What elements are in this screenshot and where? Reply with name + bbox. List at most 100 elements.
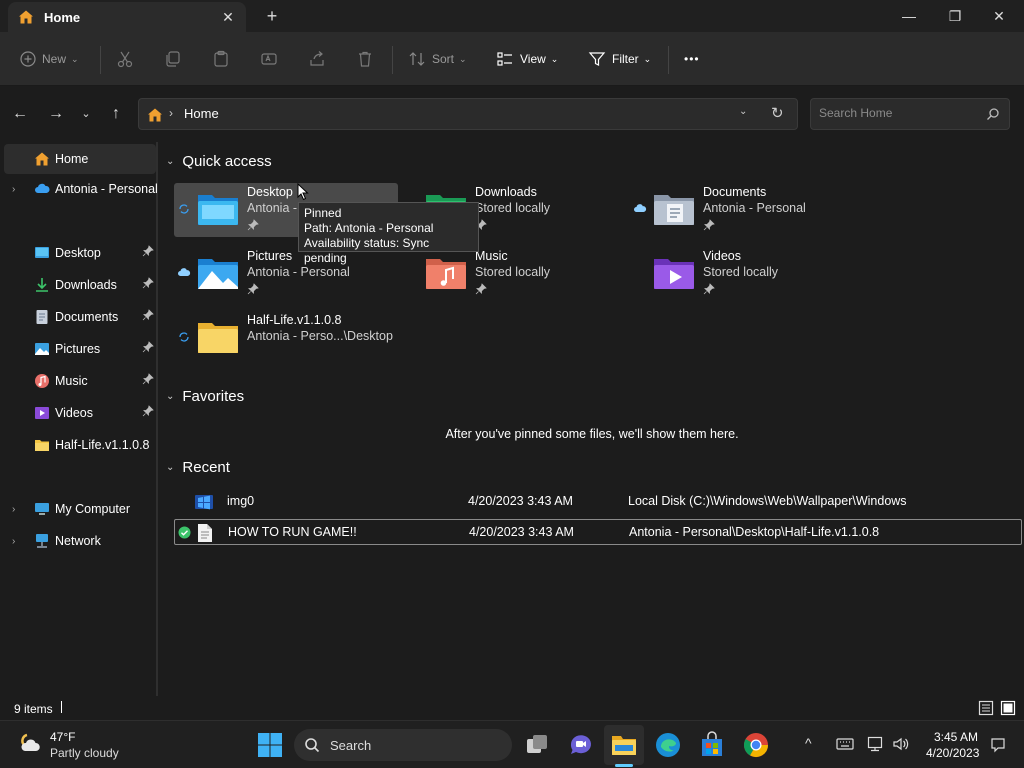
up-arrow-icon[interactable]: ↑	[106, 104, 126, 124]
close-button[interactable]: ✕	[976, 0, 1022, 32]
item-status: Stored locally	[475, 265, 551, 279]
new-button[interactable]: New ⌄	[20, 48, 79, 70]
item-status: Antonia - Personal	[703, 201, 806, 215]
search-box[interactable]	[810, 98, 1010, 130]
pin-icon[interactable]	[142, 405, 154, 417]
sidebar-item-half-life[interactable]: Half-Life.v1.1.0.8	[4, 430, 156, 460]
network-status-icon[interactable]	[867, 736, 885, 752]
file-explorer-icon[interactable]	[609, 730, 639, 760]
more-options-button[interactable]: •••	[684, 48, 700, 70]
sync-icon	[179, 204, 189, 214]
recent-header[interactable]: ⌄ Recent	[166, 457, 230, 477]
pin-icon[interactable]	[142, 341, 154, 353]
address-dropdown-icon[interactable]: ⌄	[739, 106, 747, 117]
sidebar-item-documents[interactable]: Documents	[4, 302, 156, 332]
back-arrow-icon[interactable]: ←	[10, 104, 30, 124]
breadcrumb-home[interactable]: Home	[184, 106, 219, 121]
chrome-icon[interactable]	[741, 730, 771, 760]
quick-access-header[interactable]: ⌄ Quick access	[166, 151, 272, 171]
taskbar-search[interactable]: Search	[294, 729, 512, 761]
plus-circle-icon	[20, 51, 36, 67]
item-name: Pictures	[247, 249, 293, 263]
breadcrumb-chevron-icon[interactable]: ›	[169, 106, 173, 120]
sort-button[interactable]: Sort ⌄	[408, 48, 467, 70]
sidebar-item-videos[interactable]: Videos	[4, 398, 156, 428]
sidebar-item-music[interactable]: Music	[4, 366, 156, 396]
file-location: Antonia - Personal\Desktop\Half-Life.v1.…	[629, 525, 880, 539]
pin-icon[interactable]	[142, 245, 154, 257]
clock-time[interactable]: 3:45 AM	[934, 730, 978, 744]
sidebar-item-downloads[interactable]: Downloads	[4, 270, 156, 300]
tab-home[interactable]: Home ✕	[8, 2, 246, 32]
address-bar[interactable]: › Home ⌄ ↻	[138, 98, 798, 130]
sidebar-item-desktop[interactable]: Desktop	[4, 238, 156, 268]
refresh-icon[interactable]: ↻	[771, 104, 784, 122]
network-icon	[36, 534, 48, 548]
task-view-icon[interactable]	[522, 730, 552, 760]
chevron-right-icon[interactable]: ›	[12, 536, 15, 547]
chat-icon[interactable]	[566, 730, 596, 760]
cut-button[interactable]	[116, 48, 140, 70]
pin-icon[interactable]	[142, 373, 154, 385]
store-icon[interactable]	[697, 730, 727, 760]
folder-icon	[35, 440, 49, 451]
copy-button[interactable]	[164, 48, 188, 70]
section-title: Quick access	[182, 152, 272, 170]
details-view-icon[interactable]	[978, 700, 994, 716]
recent-row[interactable]: HOW TO RUN GAME!! 4/20/2023 3:43 AM Anto…	[174, 519, 1022, 545]
sidebar-item-label: Home	[55, 152, 89, 166]
quick-access-documents[interactable]: Documents Antonia - Personal	[630, 183, 854, 237]
show-hidden-icons-chevron[interactable]: ^	[805, 735, 812, 751]
sidebar-item-pictures[interactable]: Pictures	[4, 334, 156, 364]
pin-icon	[247, 283, 259, 295]
rename-button[interactable]	[260, 48, 284, 70]
weather-temperature[interactable]: 47°F	[50, 730, 75, 744]
search-icon[interactable]	[986, 107, 1000, 121]
keyboard-icon[interactable]	[836, 737, 854, 751]
item-status: Antonia - Personal	[247, 265, 350, 279]
recent-row[interactable]: img0 4/20/2023 3:43 AM Local Disk (C:)\W…	[174, 489, 1022, 515]
notifications-icon[interactable]	[990, 737, 1006, 753]
paste-button[interactable]	[212, 48, 236, 70]
sidebar-item-home[interactable]: Home	[4, 144, 156, 174]
view-button[interactable]: View ⌄	[496, 48, 558, 70]
taskbar-search-label: Search	[330, 738, 372, 753]
maximize-button[interactable]: ❐	[932, 0, 978, 32]
volume-icon[interactable]	[892, 736, 910, 752]
windows-start-icon[interactable]	[255, 730, 285, 760]
share-button[interactable]	[308, 48, 332, 70]
picture-icon	[35, 343, 49, 355]
chevron-down-icon: ⌄	[459, 53, 467, 64]
chevron-down-icon: ⌄	[550, 53, 559, 64]
tab-close-icon[interactable]: ✕	[218, 7, 238, 27]
quick-access-videos[interactable]: Videos Stored locally	[630, 247, 854, 301]
sync-icon	[179, 332, 189, 342]
tiles-view-icon[interactable]	[1000, 700, 1016, 716]
partly-cloudy-icon[interactable]	[16, 729, 44, 757]
item-name: Videos	[703, 249, 741, 263]
delete-button[interactable]	[356, 48, 380, 70]
new-tab-button[interactable]: +	[262, 6, 282, 26]
sidebar-item-my-computer[interactable]: › My Computer	[4, 494, 156, 524]
clock-date[interactable]: 4/20/2023	[926, 746, 979, 760]
forward-arrow-icon[interactable]: →	[46, 104, 66, 124]
chevron-right-icon[interactable]: ›	[12, 184, 15, 195]
search-input[interactable]	[819, 106, 979, 120]
tooltip-line: Pinned	[304, 206, 342, 220]
chevron-right-icon[interactable]: ›	[12, 504, 15, 515]
recent-locations-chevron-icon[interactable]: ⌄	[76, 104, 96, 124]
file-date: 4/20/2023 3:43 AM	[468, 494, 573, 508]
synced-check-icon	[178, 526, 191, 539]
edge-icon[interactable]	[653, 730, 683, 760]
sidebar-item-onedrive[interactable]: › Antonia - Personal	[4, 174, 158, 204]
quick-access-half-life[interactable]: Half-Life.v1.1.0.8 Antonia - Perso...\De…	[174, 311, 398, 365]
minimize-button[interactable]: —	[886, 0, 932, 32]
weather-description[interactable]: Partly cloudy	[50, 746, 119, 760]
pin-icon[interactable]	[142, 309, 154, 321]
pin-icon[interactable]	[142, 277, 154, 289]
divider	[61, 701, 62, 713]
sidebar-item-network[interactable]: › Network	[4, 526, 156, 556]
favorites-header[interactable]: ⌄ Favorites	[166, 386, 244, 406]
image-file-icon	[195, 495, 213, 510]
filter-button[interactable]: Filter ⌄	[588, 48, 651, 70]
